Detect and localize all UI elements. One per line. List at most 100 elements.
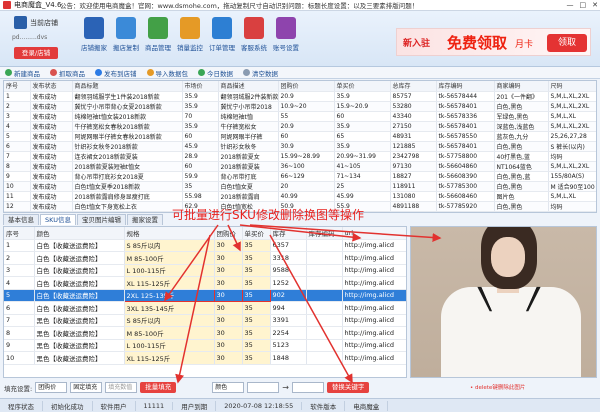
product-table-cell[interactable]: 85757 [390, 91, 437, 102]
replace-keyword-button[interactable]: 替换关键字 [326, 382, 370, 393]
replace-input[interactable] [291, 382, 324, 393]
sku-table-cell[interactable]: 35 [242, 314, 271, 327]
sku-table-row[interactable]: 10 黑色【收藏送运费险】 XL 115-125斤 30 35 1848 http://im… [4, 351, 406, 365]
product-table-cell[interactable]: 35.9 [182, 91, 219, 102]
fill-field-select[interactable]: 团购价 [35, 382, 68, 393]
product-table-cell[interactable]: 1 [4, 91, 31, 102]
tab-basic-info[interactable]: 基本信息 [3, 214, 39, 225]
product-table-cell[interactable]: S,M,L,XL,2XL [548, 161, 596, 172]
sku-table-row[interactable]: 1 白色【收藏送运费险】 S 85斤以内 30 35 6357 http://img.ali… [4, 239, 406, 252]
sku-table-cell[interactable]: http://img.alicd [342, 239, 406, 252]
product-table-cell[interactable]: 201《一件翻》 [494, 91, 549, 102]
product-table-cell[interactable]: 60 [334, 111, 391, 122]
sku-table-cell[interactable]: http://img.alicd [342, 251, 406, 265]
product-table-cell[interactable]: S,M,L,XL,2XL [548, 121, 596, 132]
sku-table-cell[interactable]: 30 [213, 288, 243, 302]
fill-value-input[interactable]: 填充数值 [105, 382, 138, 393]
product-table-cell[interactable]: 发布成功 [30, 161, 73, 172]
sku-table-cell[interactable]: M 85-100斤 [124, 251, 215, 265]
product-table-cell[interactable]: S,M,L,XL,2XL [548, 91, 596, 102]
sku-table-cell[interactable]: L 100-115斤 [124, 264, 215, 277]
product-table-cell[interactable]: NT1064蓝色 [494, 161, 549, 172]
nav-store-move[interactable]: 店铺搬家 [80, 17, 108, 52]
sku-table-cell[interactable]: 白色【收藏送运费险】 [34, 264, 125, 277]
product-table-cell[interactable]: 连衣裙女2018新款夏装 [72, 151, 183, 162]
nav-products[interactable]: 商品管理 [144, 17, 172, 52]
sku-table-cell[interactable]: 1848 [270, 351, 307, 365]
product-table-cell[interactable]: tk-56608460 [436, 191, 495, 202]
sku-table-row[interactable]: 5 白色【收藏送运费险】 2XL 125-135斤 30 35 902 http://img… [4, 288, 406, 302]
product-table-cell[interactable]: 背心吊带打底衫女2018夏 [72, 171, 183, 182]
sku-table-cell[interactable]: 35 [242, 339, 271, 352]
product-column-header[interactable]: 序号 [4, 81, 31, 92]
product-table-cell[interactable]: 4891188 [390, 201, 437, 212]
product-table-cell[interactable]: 25,26,27,28 [548, 131, 596, 142]
product-table-cell[interactable]: 牛仔裤宽松女春秋2018新款 [72, 121, 183, 132]
sku-table-cell[interactable]: 白色【收藏送运费险】 [34, 289, 125, 302]
product-table-cell[interactable]: 白色,黑色,蓝 [494, 171, 549, 182]
sku-table-row[interactable]: 4 白色【收藏送运费险】 XL 115-125斤 30 35 1252 http://img… [4, 276, 406, 290]
sku-table-cell[interactable]: XL 115-125斤 [124, 351, 215, 365]
product-table-cell[interactable]: 4 [4, 121, 31, 132]
sku-table-cell[interactable]: http://img.alicd [342, 289, 406, 302]
batch-fill-button[interactable]: 批量填充 [140, 382, 177, 393]
sku-table-cell[interactable]: http://img.alicd [342, 264, 406, 277]
sku-table-cell[interactable] [306, 351, 343, 365]
sku-table-cell[interactable] [306, 239, 343, 252]
product-table-cell[interactable]: tk-56604860 [436, 161, 495, 172]
product-table-cell[interactable]: 2018新款夏装短袖t恤女 [72, 161, 183, 172]
sku-table-cell[interactable]: http://img.alicd [342, 339, 406, 352]
product-table-cell[interactable]: tk-57785920 [436, 201, 495, 212]
promo-banner[interactable]: 新入驻 免费领取 月卡 领取 [396, 28, 591, 56]
sku-column-header[interactable]: 库存 [270, 227, 307, 240]
product-column-header[interactable]: 商品描述 [218, 81, 279, 92]
product-table-cell[interactable]: 均码 [548, 151, 596, 162]
sku-table-cell[interactable] [306, 326, 343, 340]
product-table-cell[interactable]: 阿妮网眼半仔裤 [218, 131, 279, 142]
product-table-cell[interactable]: 图片色 [494, 191, 549, 202]
product-table-cell[interactable]: S,M,L,XL,2XL [548, 101, 596, 112]
sku-table-cell[interactable]: 1 [4, 239, 35, 252]
product-table-cell[interactable]: 59.9 [182, 171, 219, 182]
product-table-cell[interactable]: 35.9 [334, 121, 391, 132]
product-table-cell[interactable]: 翻领羽绒服2件装新款 [218, 91, 279, 102]
product-table-row[interactable]: 11 发布成功 2018新款露肩修身显瘦打底 55.98 2018新款露肩 40.99 45… [4, 191, 596, 202]
sku-table-cell[interactable]: 3XL 135-145斤 [124, 301, 215, 315]
product-table-cell[interactable]: tk-56578444 [436, 91, 495, 102]
new-product-button[interactable]: 新建商品 [5, 68, 40, 78]
sku-table-cell[interactable]: 8 [4, 326, 35, 340]
product-table-cell[interactable]: 8 [4, 161, 31, 172]
product-table-cell[interactable]: 发布成功 [30, 111, 73, 122]
nav-sales-monitor[interactable]: 销量监控 [176, 17, 204, 52]
product-table-cell[interactable]: 55.98 [182, 191, 219, 202]
product-table-cell[interactable]: 纯棉短袖t恤女装2018新款 [72, 111, 183, 122]
sku-table-cell[interactable] [306, 264, 343, 277]
product-table-cell[interactable]: 白色,黑色 [494, 141, 549, 152]
sku-table-cell[interactable]: S 85斤以内 [124, 239, 215, 252]
product-table-cell[interactable]: 针织衫女秋冬 [218, 141, 279, 152]
fetch-product-button[interactable]: 抓取商品 [50, 68, 85, 78]
sku-table-cell[interactable]: http://img.alicd [342, 351, 406, 365]
sku-table-cell[interactable]: 35 [242, 301, 271, 315]
sku-table-cell[interactable]: 6357 [270, 239, 307, 252]
product-table-cell[interactable]: 阿妮网眼半仔裤女春秋2018新款 [72, 131, 183, 142]
sku-column-header[interactable]: url [342, 227, 406, 240]
today-data-button[interactable]: 今日数据 [198, 68, 233, 78]
sku-table-cell[interactable]: 30 [214, 251, 243, 265]
sku-table-cell[interactable]: 30 [214, 264, 243, 277]
sku-table-cell[interactable]: 9588 [270, 264, 307, 277]
product-table-cell[interactable]: tk-56578401 [436, 101, 495, 112]
product-column-header[interactable]: 发布状态 [30, 81, 73, 92]
product-table-cell[interactable]: 66~129 [278, 171, 335, 182]
product-table-cell[interactable]: 冀忧宁小吊带背心女夏2018新款 [72, 101, 183, 112]
product-table-row[interactable]: 5 发布成功 阿妮网眼半仔裤女春秋2018新款 60 阿妮网眼半仔裤 60 65 48931 t… [4, 131, 596, 142]
product-table-cell[interactable]: S,M,L,XL [548, 111, 596, 122]
product-table-cell[interactable]: tk-56578401 [436, 121, 495, 132]
product-column-header[interactable]: 商品标题 [72, 81, 183, 92]
sku-table-cell[interactable]: 30 [214, 314, 243, 327]
product-table-cell[interactable]: 纯棉短袖t恤 [218, 111, 279, 122]
find-input[interactable] [247, 382, 280, 393]
product-table-cell[interactable]: 白色t恤女下身宽松上衣 [72, 201, 183, 212]
sku-table-cell[interactable]: 白色【收藏送运费险】 [34, 276, 125, 290]
product-table-cell[interactable]: 131080 [390, 191, 437, 202]
